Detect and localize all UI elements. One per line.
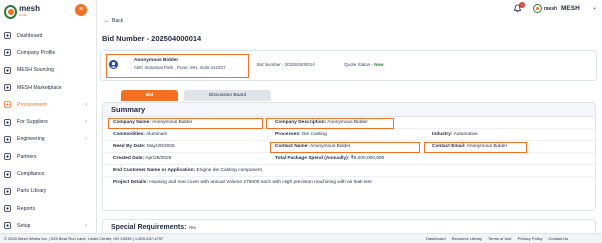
need-by-date-field: Need By Date: May/30/2025 [113,144,175,149]
sidebar-item-label: For Suppliers [17,119,48,126]
sidebar-item-compliance[interactable]: Compliance [0,165,97,182]
sidebar-item-label: Reports [17,205,36,212]
summary-row: Commodities: Aluminum Processes: Die Cas… [103,129,597,141]
copyright-text: © 2025 Mesh Works Inc. | 925 Bear Run La… [4,236,164,241]
sidebar-item-label: MESH Sourcing [17,67,54,74]
user-menu-chevron-icon[interactable]: ⌄ [592,4,597,11]
user-company-logo: mesh [531,2,559,15]
chevron-right-icon: › [85,136,87,143]
sourcing-icon [4,66,11,74]
bidder-avatar-icon [109,60,118,69]
tab-bar: Bid Discussion Board [121,90,271,101]
commodities-field: Commodities: Aluminum [113,132,168,137]
sidebar-item-label: Dashboard [17,32,43,39]
sidebar-item-engineering[interactable]: Engineering › [0,131,97,148]
quote-status: Quote Status - New [344,62,384,67]
chevron-right-icon: › [85,101,87,108]
sidebar-item-partners[interactable]: Partners [0,148,97,165]
package-spend-field: Total Package Spend (Annually): ₹5,000,0… [275,156,385,161]
setup-icon [4,222,11,230]
collapse-sidebar-button[interactable]: ≡ [75,4,87,16]
procurement-icon [4,101,11,109]
sidebar-item-label: Engineering [17,136,45,143]
card-bid-number: Bid Number - 202504000014 [257,62,315,67]
marketplace-icon [4,84,11,91]
footer-link[interactable]: Privacy Policy [518,234,543,243]
contact-name-field: Contact Name: Anonymous Bidder [275,144,351,149]
sidebar-item-procurement[interactable]: Procurement › [0,96,97,113]
summary-row: Need By Date: May/30/2025 Contact Name: … [103,141,597,153]
company-name-field: Company Name: Anonymous Bidder [113,120,193,125]
sidebar-item-label: Parts Library [17,188,47,195]
back-link[interactable]: ← Back [104,18,123,24]
sidebar-item-label: Procurement [17,101,47,108]
sidebar-item-setup[interactable]: Setup › [0,217,97,234]
logo-text: mesh works [19,4,40,18]
suppliers-icon [4,118,11,126]
sidebar-item-reports[interactable]: Reports [0,200,97,217]
industry-field: Industry: Automotive [432,132,478,137]
user-name[interactable]: MESH [561,5,580,12]
footer-link[interactable]: Terms of Use [488,234,512,243]
footer-link[interactable]: Dashboard [426,234,446,243]
summary-row: Company Name: Anonymous Bidder Company D… [103,117,597,129]
dashboard-icon [4,32,11,40]
contact-email-field: Contact Email: Anonymous Bidder [432,144,508,149]
sidebar-item-label: MESH Marketplace [17,84,62,91]
sidebar-item-dashboard[interactable]: Dashboard [0,27,97,44]
footer-links: Dashboard Resource Library Terms of Use Pri… [426,234,574,243]
sidebar-item-mesh-sourcing[interactable]: MESH Sourcing [0,62,97,79]
partners-icon [4,153,11,161]
sidebar-item-for-suppliers[interactable]: For Suppliers › [0,113,97,130]
sidebar: mesh works ≡ Dashboard Company Profile MESH… [0,0,97,233]
end-customer-field: End Customer Name or Application: Engine… [113,168,262,173]
processes-field: Processes: Die Casting [275,132,327,137]
engineering-icon [4,136,11,143]
company-description-field: Company Description: Anonymous Bidder [275,120,368,125]
bidder-name: Anonymous Bidder [134,58,179,63]
chevron-right-icon: › [85,222,87,229]
sidebar-item-label: Compliance [17,171,45,178]
summary-row: Project Details: Housing and rear cover … [103,177,597,189]
top-header: 1 mesh MESH ⌄ [98,0,602,17]
reports-icon [4,205,11,212]
footer-link[interactable]: Contact Us [549,234,569,243]
sidebar-item-mesh-marketplace[interactable]: MESH Marketplace [0,79,97,96]
app-logo[interactable]: mesh works [4,3,40,21]
sidebar-item-label: Company Profile [17,49,56,56]
created-date-field: Created Date: Apr/28/2025 [113,156,172,161]
project-details-field: Project Details: Housing and rear cover … [113,180,372,185]
bidder-card: Anonymous Bidder ABC Industrial Park , P… [100,50,597,81]
quote-status-value: New [374,62,384,67]
sidebar-nav: Dashboard Company Profile MESH Sourcing MES… [0,27,97,235]
tab-bid[interactable]: Bid [121,90,178,101]
compliance-icon [4,170,11,178]
special-requirements: Special Requirements: Yes [102,219,596,234]
sidebar-item-label: Partners [17,153,37,160]
building-icon [4,49,11,57]
sidebar-item-parts-library[interactable]: Parts Library [0,183,97,200]
bidder-address: ABC Industrial Park , Pune, MH, India 41… [134,65,226,70]
summary-row: End Customer Name or Application: Engine… [103,165,597,177]
notification-badge: 1 [519,2,525,8]
parts-icon [4,187,11,195]
tab-discussion-board[interactable]: Discussion Board [184,90,271,101]
user-logo-mark-icon [533,4,542,13]
footer-link[interactable]: Resource Library [452,234,482,243]
summary-title: Summary [103,103,595,117]
logo-mark-icon [4,5,18,19]
back-arrow-icon: ← [104,18,110,24]
sidebar-item-label: Setup [17,222,31,229]
summary-panel: Summary Company Name: Anonymous Bidder C… [102,102,597,211]
summary-row: Created Date: Apr/28/2025 Total Package … [103,153,597,165]
sidebar-item-company-profile[interactable]: Company Profile [0,44,97,61]
footer: © 2025 Mesh Works Inc. | 925 Bear Run La… [0,233,602,243]
main-content: ← Back Bid Number - 202504000014 Anonymou… [98,17,602,234]
chevron-right-icon: › [85,119,87,126]
page-title: Bid Number - 202504000014 [102,34,202,43]
